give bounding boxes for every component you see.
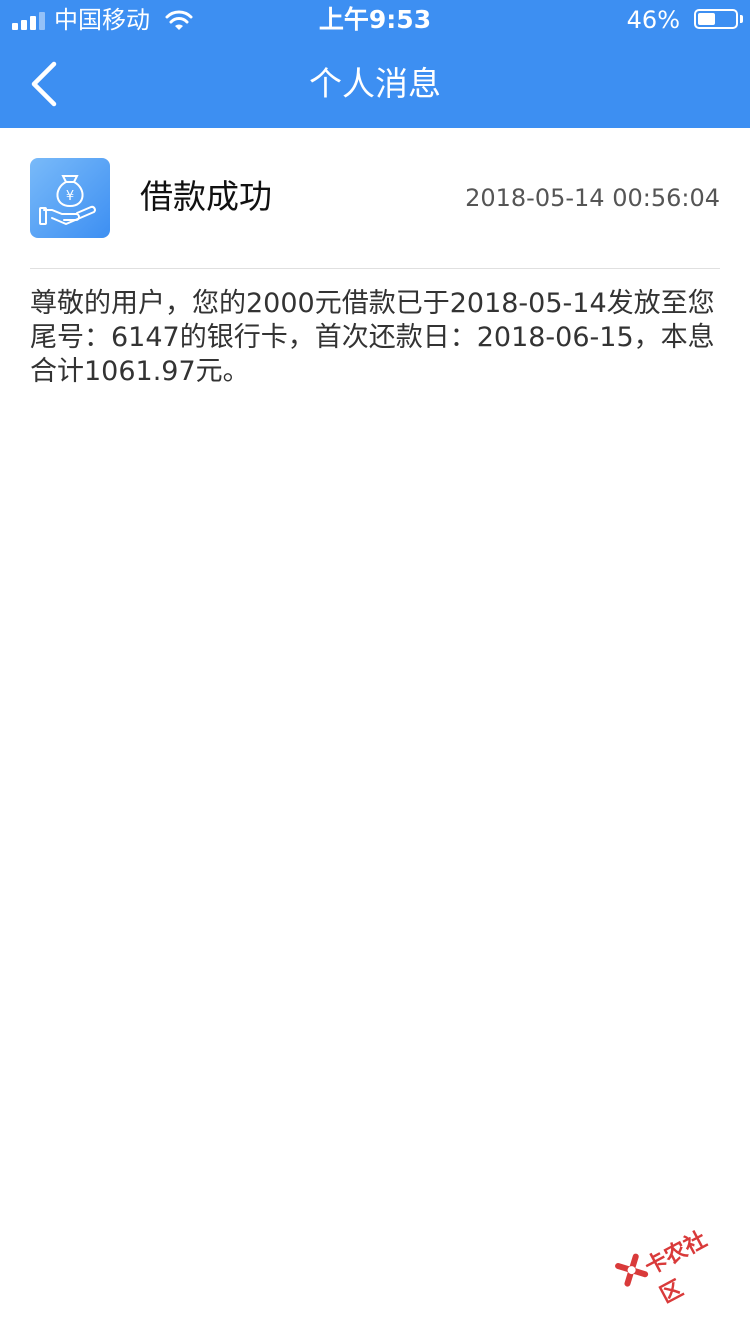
- svg-text:¥: ¥: [66, 189, 74, 204]
- battery-percentage: 46%: [626, 6, 680, 34]
- watermark-text: 卡农社区: [641, 1227, 712, 1309]
- battery-nub: [740, 15, 743, 23]
- status-bar: 中国移动 上午9:53 46%: [0, 0, 750, 40]
- loan-money-icon: ¥: [30, 158, 110, 238]
- divider: [30, 268, 720, 269]
- battery-icon: [694, 9, 738, 29]
- watermark-logo: 卡农社区: [602, 1198, 737, 1320]
- battery-fill: [698, 13, 715, 25]
- navigation-bar: 个人消息: [0, 40, 750, 128]
- message-title: 借款成功: [140, 177, 272, 216]
- message-body: 尊敬的用户，您的2000元借款已于2018-05-14发放至您尾号：6147的银…: [30, 288, 715, 387]
- hand-coin-bag-icon: ¥: [39, 175, 96, 225]
- top-bar: 中国移动 上午9:53 46% 个人消息: [0, 0, 750, 128]
- page-title: 个人消息: [309, 64, 441, 103]
- message-timestamp: 2018-05-14 00:56:04: [465, 184, 720, 212]
